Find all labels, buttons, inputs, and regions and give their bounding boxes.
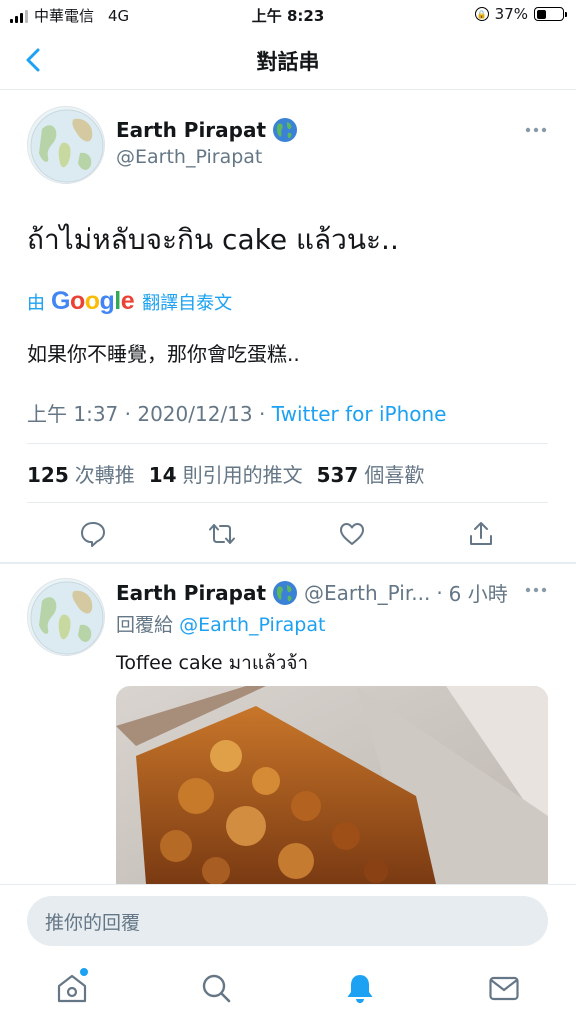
battery-fill: [536, 9, 546, 19]
rotation-lock-icon: 🔒: [474, 7, 489, 21]
author-handle[interactable]: @Earth_Pirapat: [116, 146, 262, 168]
globe-map-avatar-icon: [30, 581, 104, 655]
reply-avatar[interactable]: [27, 578, 105, 656]
meta-separator: ·: [259, 402, 266, 426]
messages-icon[interactable]: [486, 970, 522, 1006]
tab-bar: [0, 956, 576, 1024]
tweet-time: 上午 1:37: [27, 402, 119, 426]
tweet-actions: [0, 515, 576, 555]
retweets-stat[interactable]: 125 次轉推: [27, 459, 135, 488]
reply-composer: 推你的回覆: [0, 884, 576, 956]
status-right: 🔒 37%: [474, 5, 567, 23]
home-notification-dot: [80, 968, 88, 976]
author-name[interactable]: Earth Pirapat: [116, 117, 298, 143]
more-options-icon[interactable]: [524, 586, 548, 594]
more-options-icon[interactable]: [524, 126, 548, 134]
share-icon[interactable]: [466, 519, 496, 549]
reply-author-name: Earth Pirapat: [116, 580, 267, 605]
tweet-stats: 125 次轉推 14 則引用的推文 537 個喜歡: [27, 459, 424, 488]
google-logo: Google: [51, 287, 135, 315]
reply-time: 6 小時: [448, 582, 508, 606]
tweet-date: 2020/12/13: [137, 402, 253, 426]
nav-bar: 對話串: [0, 30, 576, 90]
earth-emoji-icon: [273, 118, 298, 142]
tweet-meta: 上午 1:37 · 2020/12/13 · Twitter for iPhon…: [27, 398, 446, 427]
earth-emoji-icon: [273, 580, 298, 605]
like-icon[interactable]: [337, 519, 367, 549]
meta-separator: ·: [124, 402, 131, 426]
replying-to-handle[interactable]: @Earth_Pirapat: [179, 614, 325, 636]
battery-icon: [534, 7, 567, 21]
tweet-source-link[interactable]: Twitter for iPhone: [272, 402, 447, 426]
tweet-photo[interactable]: [116, 686, 548, 884]
divider: [0, 562, 576, 564]
notifications-icon[interactable]: [342, 970, 378, 1006]
tweet-text: ถ้าไม่หลับจะกิน cake แล้วนะ..: [27, 223, 399, 256]
replying-to: 回覆給 @Earth_Pirapat: [116, 614, 326, 636]
globe-map-avatar-icon: [30, 109, 104, 183]
avatar[interactable]: [27, 106, 105, 184]
search-icon[interactable]: [198, 970, 234, 1006]
reply-header[interactable]: Earth Pirapat @Earth_Pir... · 6 小時: [116, 578, 508, 607]
toffee-cake-photo: [116, 686, 548, 884]
reply-time-separator: ·: [436, 580, 443, 605]
divider: [27, 502, 548, 503]
reply-tweet-text: Toffee cake มาแล้วจ้า: [116, 652, 309, 674]
reply-input[interactable]: 推你的回覆: [27, 896, 548, 946]
translate-label: 翻譯自泰文: [142, 292, 233, 314]
author-name-text: Earth Pirapat: [116, 118, 267, 142]
page-title: 對話串: [256, 50, 320, 74]
translate-by-label: 由: [27, 292, 45, 314]
reply-icon[interactable]: [78, 519, 108, 549]
divider: [27, 443, 548, 444]
status-bar: 中華電信 4G 上午 8:23 🔒 37%: [0, 0, 576, 30]
translated-text: 如果你不睡覺，那你會吃蛋糕..: [27, 342, 300, 366]
quotes-stat[interactable]: 14 則引用的推文: [149, 459, 303, 488]
retweet-icon[interactable]: [207, 519, 237, 549]
reply-author-handle: @Earth_Pir...: [304, 580, 431, 605]
likes-stat[interactable]: 537 個喜歡: [317, 459, 425, 488]
battery-percent: 37%: [494, 5, 528, 23]
translation-attribution[interactable]: 由 Google 翻譯自泰文: [27, 287, 232, 316]
